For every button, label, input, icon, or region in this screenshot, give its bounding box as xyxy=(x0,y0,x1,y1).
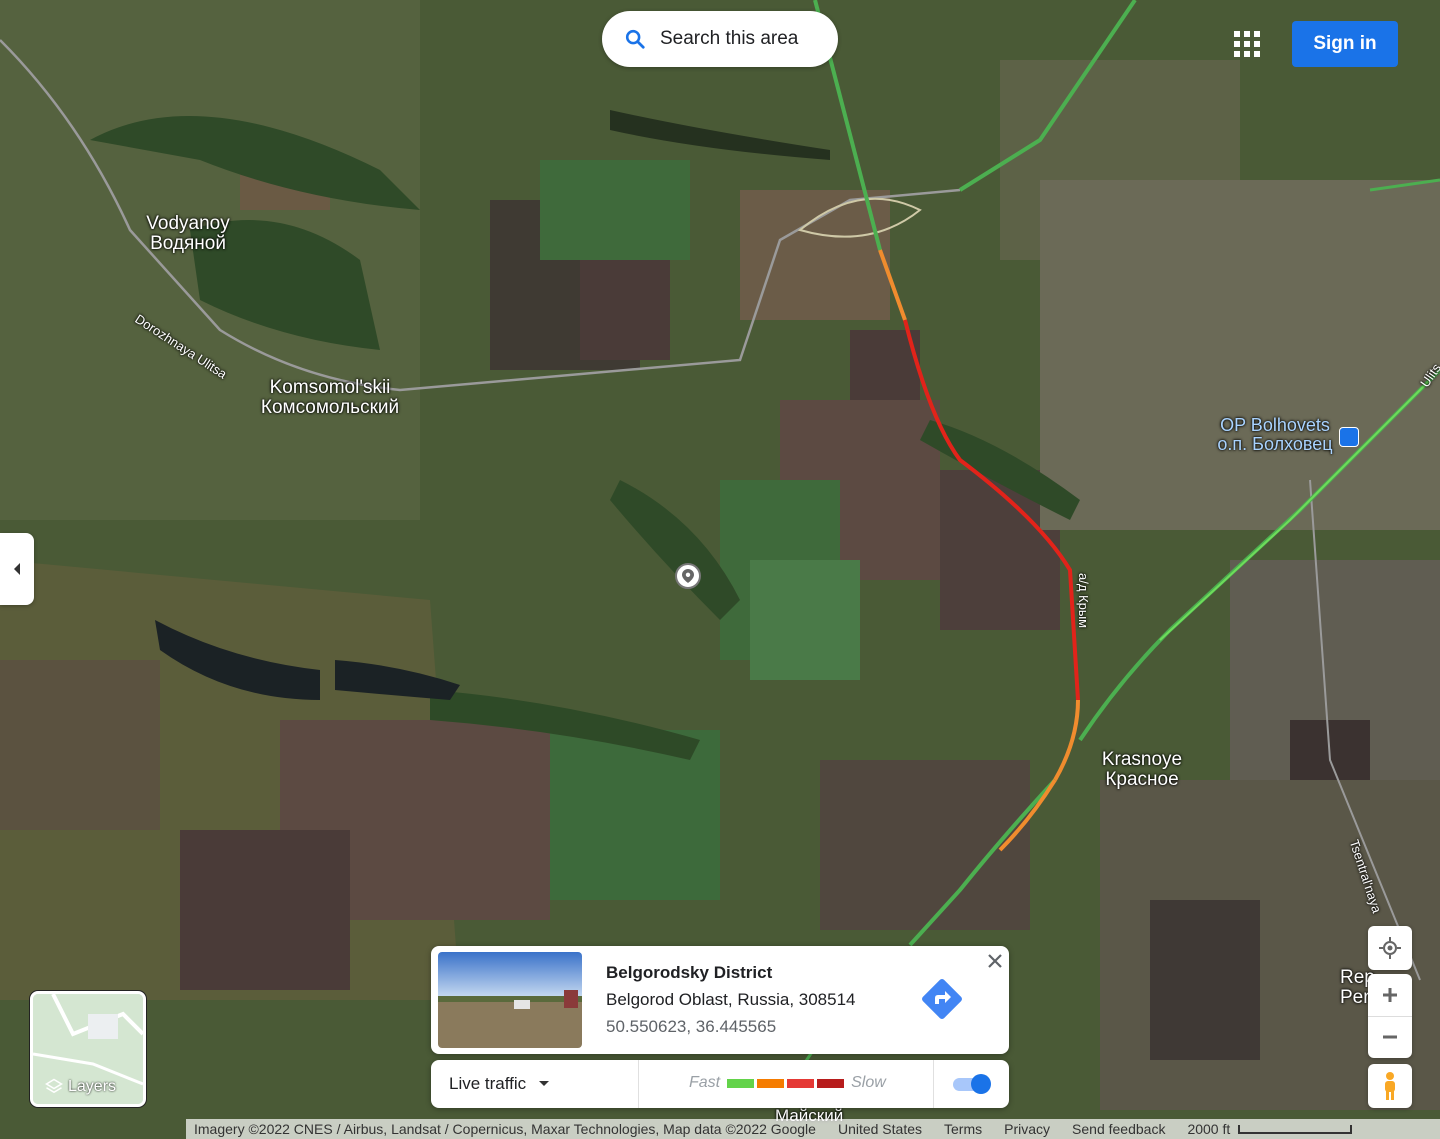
station-label-bolhovets: OP Bolhovets о.п. Болховец xyxy=(1217,415,1333,454)
minus-icon xyxy=(1383,1035,1397,1039)
place-coordinates: 50.550623, 36.445565 xyxy=(606,1017,777,1036)
zoom-controls xyxy=(1368,974,1412,1058)
fast-label: Fast xyxy=(689,1074,721,1091)
zoom-out-button[interactable] xyxy=(1368,1017,1412,1059)
scale-indicator[interactable]: 2000 ft xyxy=(1187,1121,1366,1137)
slow-label: Slow xyxy=(851,1074,886,1091)
street-view-thumbnail[interactable] xyxy=(438,952,582,1048)
map-footer: Imagery ©2022 CNES / Airbus, Landsat / C… xyxy=(186,1119,1440,1139)
my-location-button[interactable] xyxy=(1368,926,1412,970)
plus-icon xyxy=(1383,987,1397,1002)
send-feedback-link[interactable]: Send feedback xyxy=(1072,1121,1165,1137)
layers-button[interactable]: Layers xyxy=(30,991,146,1107)
zoom-in-button[interactable] xyxy=(1368,974,1412,1017)
live-traffic-dropdown[interactable]: Live traffic xyxy=(431,1060,639,1108)
legend-swatch-very-slow xyxy=(817,1078,845,1088)
legend-swatch-fast xyxy=(727,1078,755,1088)
my-location-icon xyxy=(1379,937,1401,959)
chevron-left-icon xyxy=(14,563,20,575)
place-info-card[interactable]: Belgorodsky District Belgorod Oblast, Ru… xyxy=(431,946,1009,1054)
place-label-vodyanoy: Vodyanoy Водяной xyxy=(146,213,230,254)
directions-icon xyxy=(922,979,962,1019)
place-title: Belgorodsky District xyxy=(606,963,773,982)
directions-button[interactable] xyxy=(919,976,965,1027)
traffic-divider xyxy=(933,1060,934,1108)
place-label-krasnoye: Krasnoye Красное xyxy=(1101,749,1183,790)
privacy-link[interactable]: Privacy xyxy=(1004,1121,1050,1137)
legend-swatch-moderate xyxy=(757,1078,785,1088)
place-label-komsomolskii: Komsomol'skii Комсомольский xyxy=(260,377,400,418)
layers-icon xyxy=(45,1078,63,1094)
traffic-panel: Live traffic Fast Slow xyxy=(431,1060,1009,1108)
close-icon[interactable] xyxy=(984,950,1006,972)
pegman-button[interactable] xyxy=(1368,1064,1412,1108)
road-label-krym: а/д Крым xyxy=(1076,573,1091,629)
traffic-legend: Fast Slow xyxy=(689,1074,886,1092)
train-station-icon[interactable] xyxy=(1339,427,1359,447)
search-this-area-button[interactable]: Search this area xyxy=(602,11,838,67)
scale-bar xyxy=(1238,1125,1353,1134)
scale-label: 2000 ft xyxy=(1187,1121,1231,1137)
apps-grid-icon[interactable] xyxy=(1234,31,1260,57)
terms-link[interactable]: Terms xyxy=(944,1121,982,1137)
live-traffic-label: Live traffic xyxy=(449,1074,527,1093)
layers-label: Layers xyxy=(68,1078,117,1095)
collapse-side-panel-button[interactable] xyxy=(0,533,34,605)
country-link[interactable]: United States xyxy=(838,1121,922,1137)
place-address: Belgorod Oblast, Russia, 308514 xyxy=(606,990,856,1009)
location-pin-icon[interactable] xyxy=(675,563,701,589)
search-icon xyxy=(625,29,645,49)
traffic-toggle[interactable] xyxy=(951,1073,993,1095)
pegman-icon xyxy=(1385,1072,1395,1100)
attribution: Imagery ©2022 CNES / Airbus, Landsat / C… xyxy=(194,1121,816,1137)
sign-in-button[interactable]: Sign in xyxy=(1292,21,1398,67)
search-this-area-label: Search this area xyxy=(660,28,799,49)
chevron-down-icon xyxy=(539,1081,550,1086)
legend-swatch-slow xyxy=(787,1078,815,1088)
